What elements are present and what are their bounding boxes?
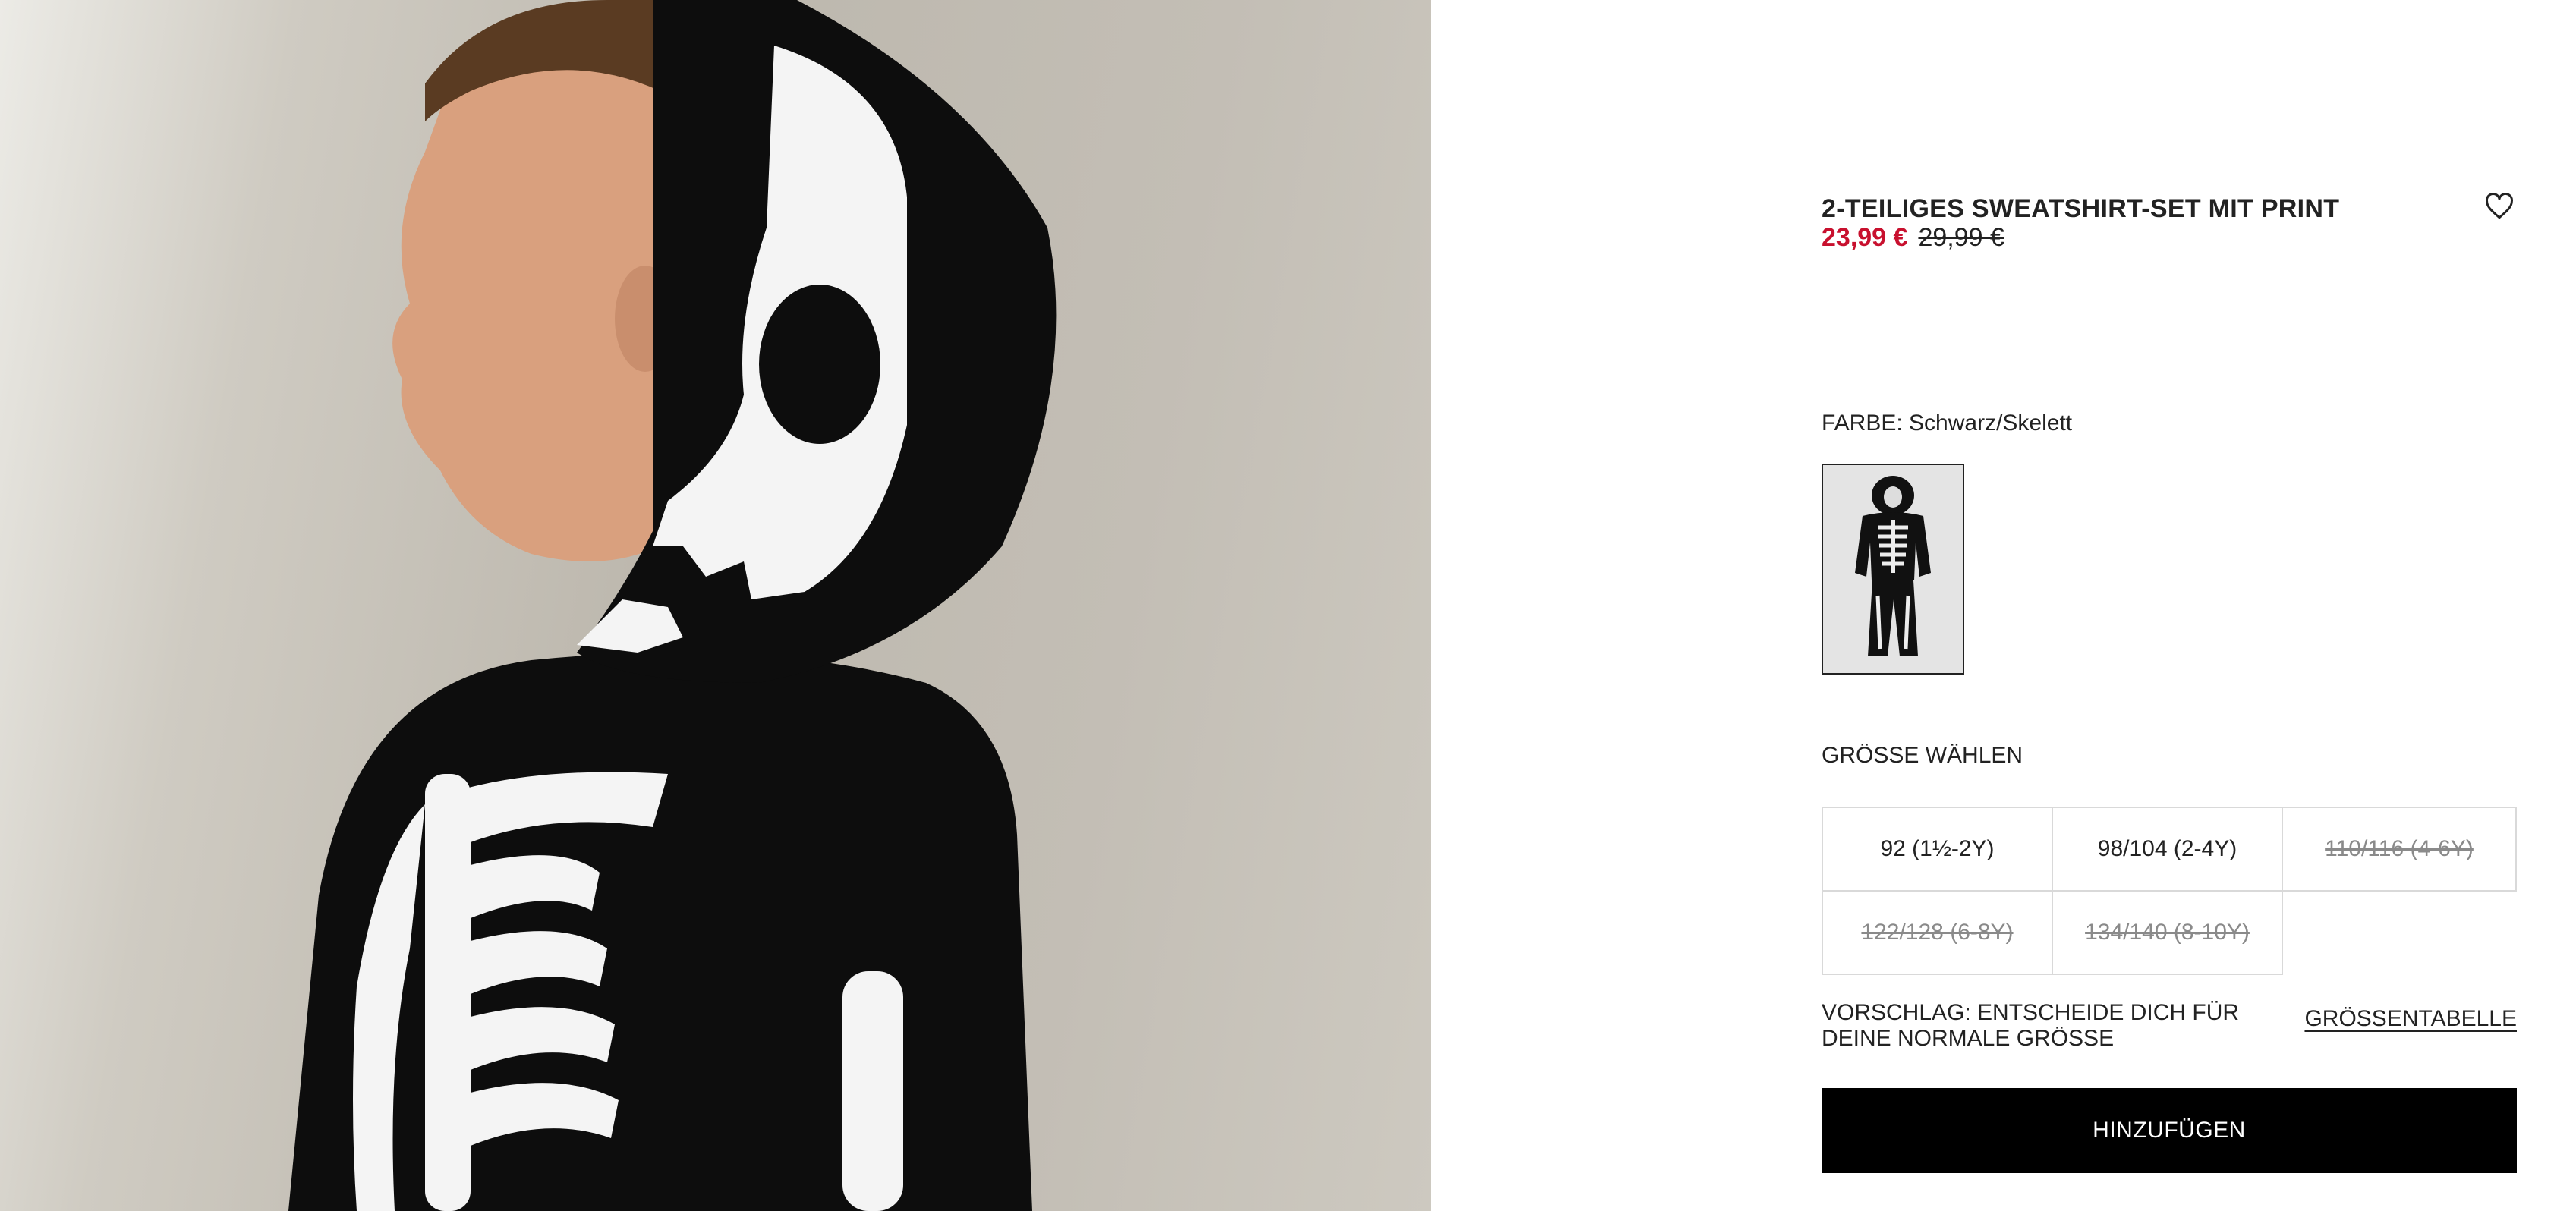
title-row: 2-TEILIGES SWEATSHIRT-SET MIT PRINT — [1822, 193, 2517, 224]
size-option-label: 122/128 (6-8Y) — [1861, 920, 2014, 945]
price: 23,99 € 29,99 € — [1822, 222, 2004, 253]
size-label: GRÖSSE WÄHLEN — [1822, 743, 2023, 768]
swatch-thumbnail — [1855, 476, 1931, 656]
size-grid: 92 (1½-2Y) 98/104 (2-4Y) 110/116 (4-6Y) … — [1822, 807, 2517, 977]
size-suggestion: VORSCHLAG: ENTSCHEIDE DICH FÜR DEINE NOR… — [1822, 1000, 2240, 1051]
purchase-panel: 2-TEILIGES SWEATSHIRT-SET MIT PRINT 23,9… — [1822, 0, 2517, 1211]
original-price: 29,99 € — [1918, 223, 2004, 252]
product-title: 2-TEILIGES SWEATSHIRT-SET MIT PRINT — [1822, 194, 2340, 223]
size-option-sold-out[interactable]: 122/128 (6-8Y) — [1822, 890, 2053, 975]
heart-outline-icon — [2486, 193, 2513, 219]
product-photo-illustration — [288, 0, 1057, 1211]
size-option-label: 92 (1½-2Y) — [1880, 836, 1995, 861]
size-chart-link[interactable]: GRÖSSENTABELLE — [2304, 1006, 2517, 1032]
favorite-button[interactable] — [2482, 189, 2517, 224]
size-option[interactable]: 98/104 (2-4Y) — [2052, 807, 2283, 892]
size-option-label: 98/104 (2-4Y) — [2097, 836, 2237, 861]
size-option-sold-out[interactable]: 134/140 (8-10Y) — [2052, 890, 2283, 975]
size-option-label: 134/140 (8-10Y) — [2085, 920, 2250, 945]
add-to-cart-button[interactable]: HINZUFÜGEN — [1822, 1088, 2517, 1173]
product-image — [0, 0, 1431, 1211]
color-label: FARBE: Schwarz/Skelett — [1822, 410, 2073, 436]
size-option[interactable]: 92 (1½-2Y) — [1822, 807, 2053, 892]
sale-price: 23,99 € — [1822, 223, 1908, 252]
size-option-sold-out[interactable]: 110/116 (4-6Y) — [2282, 807, 2517, 892]
product-page: 2-TEILIGES SWEATSHIRT-SET MIT PRINT 23,9… — [0, 0, 2576, 1211]
color-swatch-schwarz-skelett[interactable] — [1822, 464, 1964, 675]
size-option-label: 110/116 (4-6Y) — [2325, 836, 2474, 861]
